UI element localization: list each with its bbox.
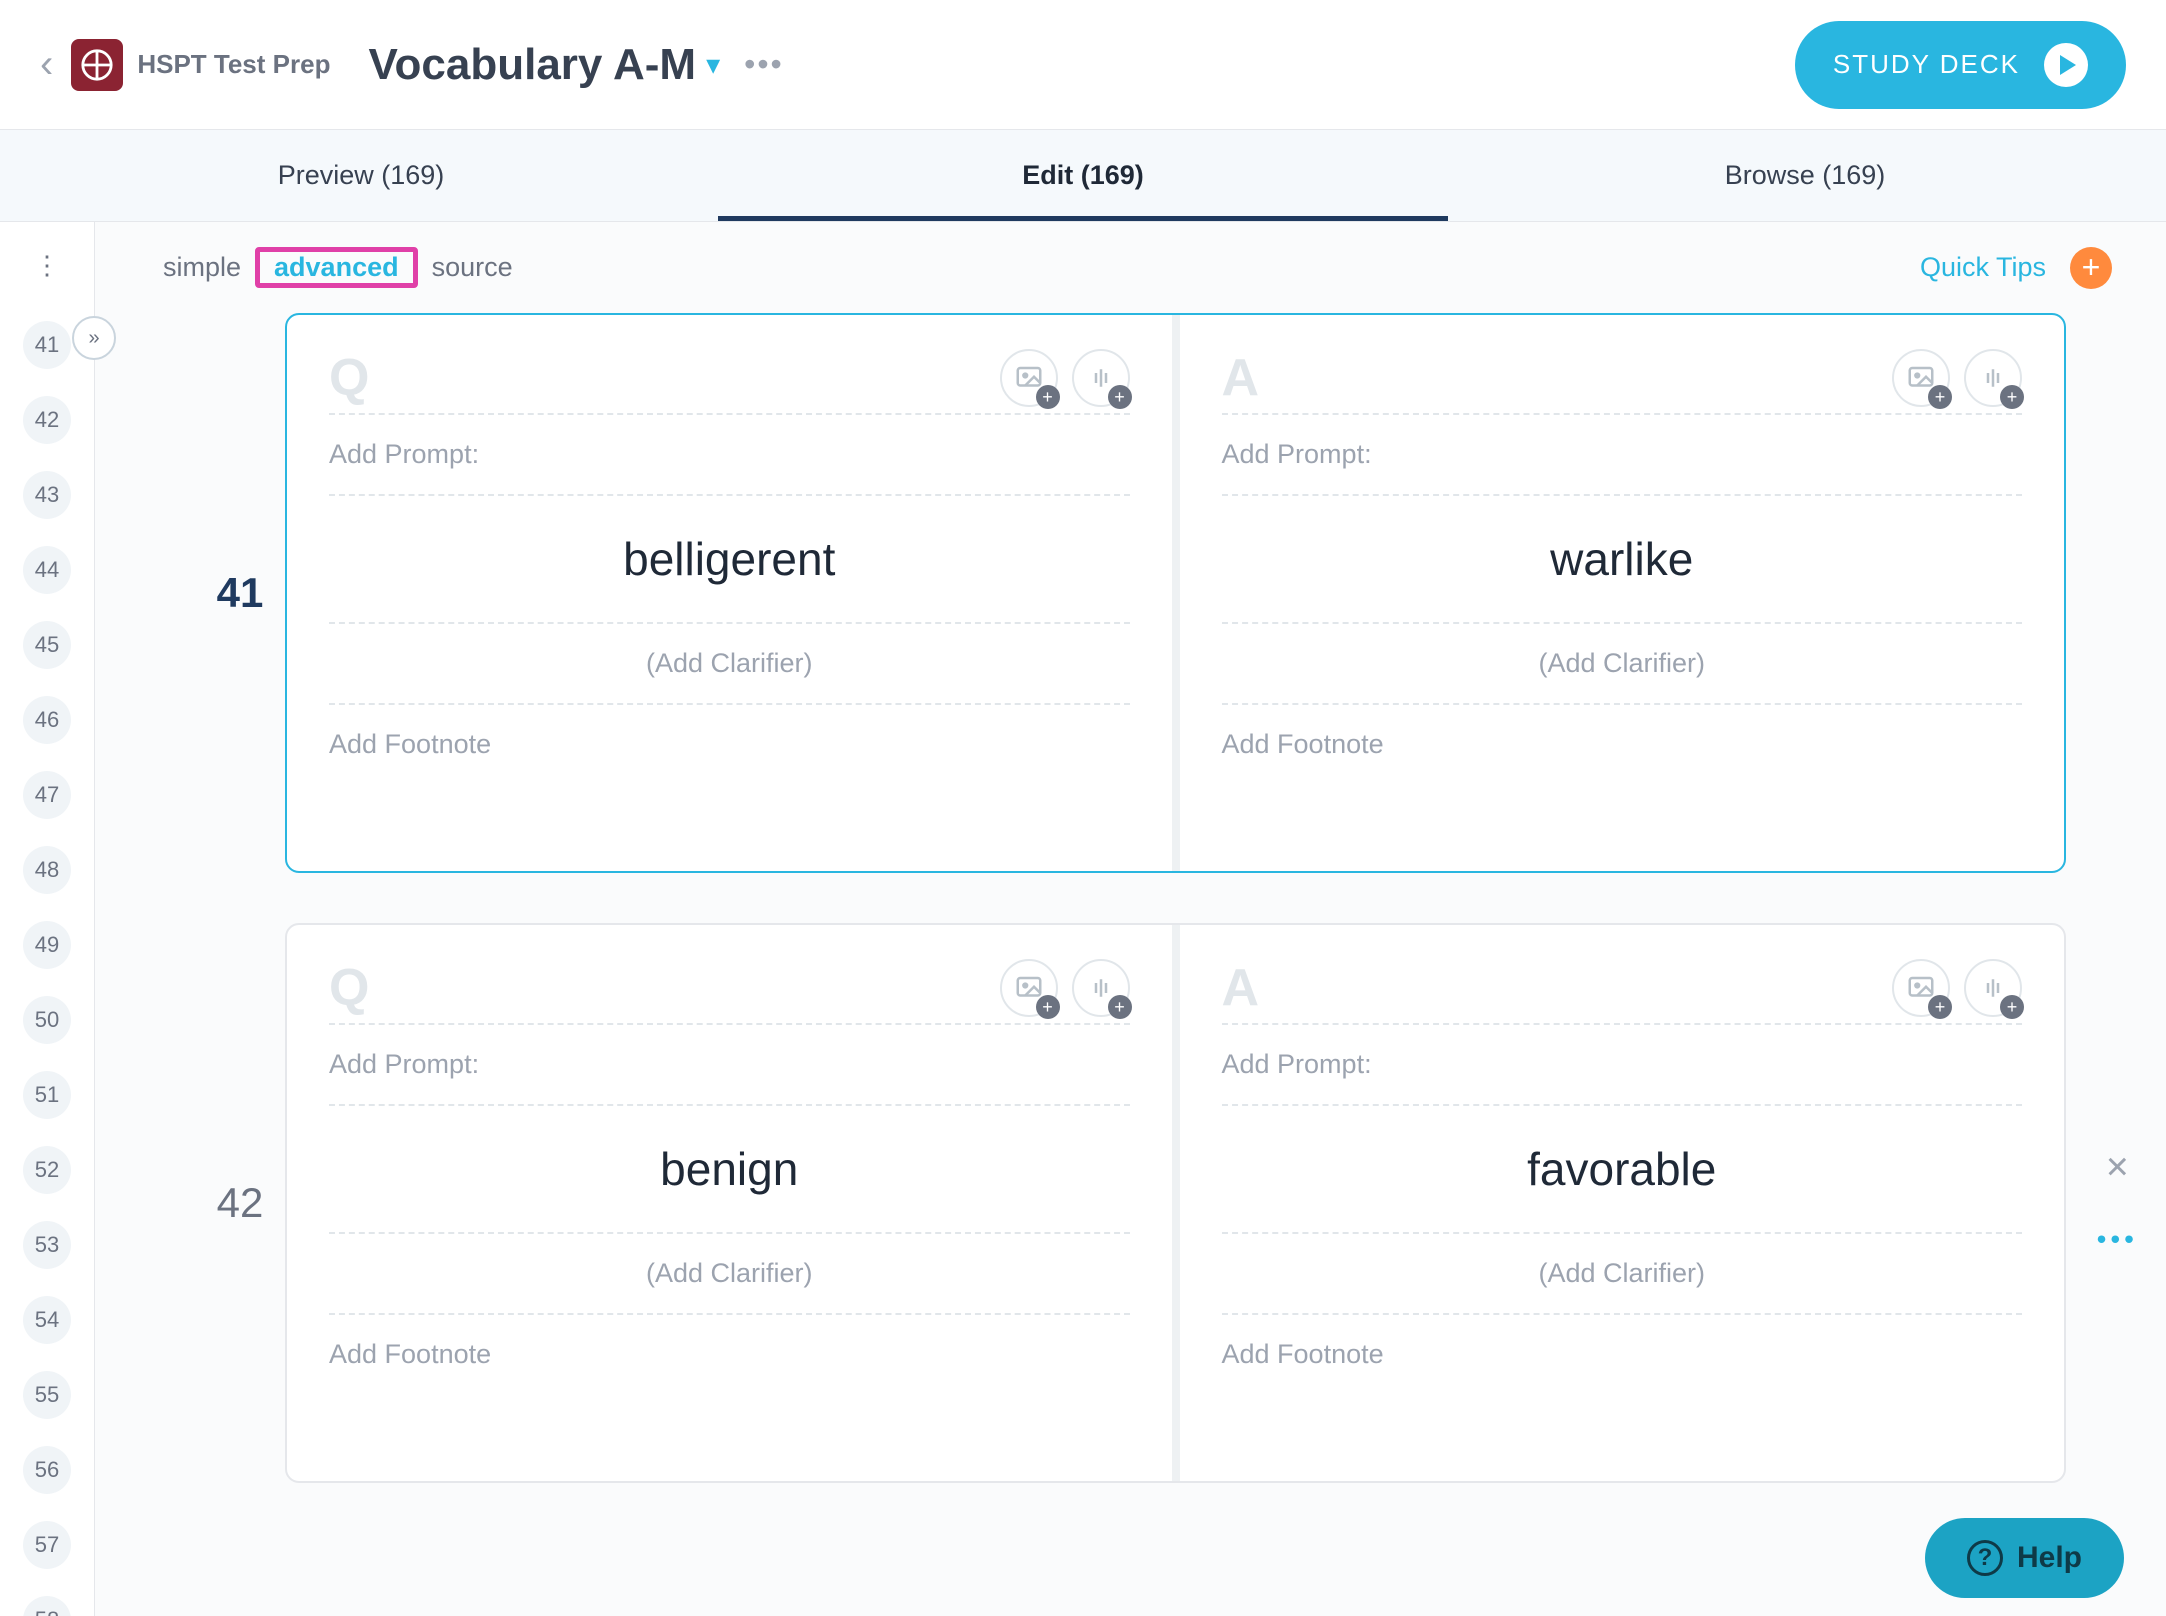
plus-icon: +: [2000, 385, 2024, 409]
plus-icon: +: [1928, 995, 1952, 1019]
rail-card-number[interactable]: 50: [23, 996, 71, 1044]
plus-icon: +: [1036, 995, 1060, 1019]
rail-card-number[interactable]: 54: [23, 1296, 71, 1344]
prompt-field[interactable]: Add Prompt:: [1222, 415, 2023, 494]
rail-card-number[interactable]: 41: [23, 321, 71, 369]
rail-card-number[interactable]: 57: [23, 1521, 71, 1569]
card-options-icon[interactable]: •••: [2097, 1224, 2138, 1256]
rail-card-number[interactable]: 42: [23, 396, 71, 444]
rail-card-number[interactable]: 46: [23, 696, 71, 744]
card-row: 41Q++Add Prompt:belligerent(Add Clarifie…: [195, 313, 2066, 873]
deck-icon[interactable]: [71, 39, 123, 91]
editor-toolbar: simple advanced source Quick Tips +: [95, 222, 2166, 313]
card-number: 41: [195, 569, 285, 617]
rail-card-number[interactable]: 44: [23, 546, 71, 594]
help-button[interactable]: ? Help: [1925, 1518, 2124, 1598]
tab-preview[interactable]: Preview (169): [0, 130, 722, 221]
expand-rail-icon[interactable]: »: [72, 316, 116, 360]
plus-icon: +: [1108, 385, 1132, 409]
question-side: Q + + Add Prompt:belligerent(Add Clarifier)…: [287, 315, 1172, 871]
help-icon: ?: [1967, 1540, 2003, 1576]
rail-card-number[interactable]: 51: [23, 1071, 71, 1119]
add-audio-button[interactable]: +: [1964, 959, 2022, 1017]
add-audio-button[interactable]: +: [1072, 959, 1130, 1017]
help-label: Help: [2017, 1541, 2082, 1575]
rail-card-number[interactable]: 56: [23, 1446, 71, 1494]
question-label-icon: Q: [329, 958, 369, 1018]
footnote-field[interactable]: Add Footnote: [1222, 1315, 2023, 1394]
question-label-icon: Q: [329, 348, 369, 408]
add-audio-button[interactable]: +: [1964, 349, 2022, 407]
answer-label-icon: A: [1222, 348, 1260, 408]
card-row: 42Q++Add Prompt:benign(Add Clarifier)Add…: [195, 923, 2066, 1483]
delete-card-icon[interactable]: ✕: [2105, 1151, 2130, 1186]
tab-edit[interactable]: Edit (169): [722, 130, 1444, 221]
mode-advanced[interactable]: advanced: [260, 244, 413, 290]
study-deck-label: STUDY DECK: [1833, 49, 2020, 80]
plus-icon: +: [2000, 995, 2024, 1019]
rail-card-number[interactable]: 49: [23, 921, 71, 969]
plus-icon: +: [1036, 385, 1060, 409]
answer-text[interactable]: warlike: [1222, 496, 2023, 622]
question-text[interactable]: benign: [329, 1106, 1130, 1232]
mode-source[interactable]: source: [418, 244, 527, 291]
title-dropdown-icon[interactable]: ▾: [706, 48, 720, 81]
footnote-field[interactable]: Add Footnote: [329, 705, 1130, 784]
back-chevron-icon[interactable]: ‹: [40, 42, 53, 87]
answer-side: A + + Add Prompt:favorable(Add Clarifier)Ad…: [1172, 925, 2065, 1481]
rail-card-number[interactable]: 43: [23, 471, 71, 519]
rail-card-number[interactable]: 53: [23, 1221, 71, 1269]
rail-card-number[interactable]: 48: [23, 846, 71, 894]
study-deck-button[interactable]: STUDY DECK: [1795, 21, 2126, 109]
footnote-field[interactable]: Add Footnote: [1222, 705, 2023, 784]
more-options-icon[interactable]: •••: [744, 46, 784, 83]
answer-label-icon: A: [1222, 958, 1260, 1018]
prompt-field[interactable]: Add Prompt:: [329, 1025, 1130, 1104]
question-side: Q + + Add Prompt:benign(Add Clarifier)Add F…: [287, 925, 1172, 1481]
rail-card-number[interactable]: 55: [23, 1371, 71, 1419]
prompt-field[interactable]: Add Prompt:: [329, 415, 1130, 494]
rail-card-number[interactable]: 45: [23, 621, 71, 669]
card-row-actions: ✕ •••: [2097, 1151, 2138, 1256]
editor-main: simple advanced source Quick Tips + 41 Q +…: [95, 222, 2166, 1616]
footnote-field[interactable]: Add Footnote: [329, 1315, 1130, 1394]
plus-icon: +: [1108, 995, 1132, 1019]
deck-title: Vocabulary A-M: [368, 40, 696, 90]
add-image-button[interactable]: +: [1892, 959, 1950, 1017]
add-image-button[interactable]: +: [1000, 959, 1058, 1017]
quick-tips-link[interactable]: Quick Tips: [1920, 252, 2046, 283]
question-text[interactable]: belligerent: [329, 496, 1130, 622]
rail-card-number[interactable]: 58: [23, 1596, 71, 1616]
card-number-rail: ⋮ » 414243444546474849505152535455565758: [0, 222, 95, 1616]
clarifier-field[interactable]: (Add Clarifier): [329, 624, 1130, 703]
add-card-button[interactable]: +: [2070, 247, 2112, 289]
app-header: ‹ HSPT Test Prep Vocabulary A-M ▾ ••• ST…: [0, 0, 2166, 130]
rail-card-number[interactable]: 47: [23, 771, 71, 819]
clarifier-field[interactable]: (Add Clarifier): [1222, 1234, 2023, 1313]
answer-text[interactable]: favorable: [1222, 1106, 2023, 1232]
flashcard: Q++Add Prompt:belligerent(Add Clarifier)…: [285, 313, 2066, 873]
tab-browse[interactable]: Browse (169): [1444, 130, 2166, 221]
deck-subtitle[interactable]: HSPT Test Prep: [137, 49, 330, 80]
clarifier-field[interactable]: (Add Clarifier): [329, 1234, 1130, 1313]
plus-icon: +: [1928, 385, 1952, 409]
add-audio-button[interactable]: +: [1072, 349, 1130, 407]
clarifier-field[interactable]: (Add Clarifier): [1222, 624, 2023, 703]
body-region: ⋮ » 41 42 43 44 45 46 47 48 49 50 51 52 53 54 55 56 57 58…: [0, 222, 2166, 1616]
play-icon: [2044, 43, 2088, 87]
answer-side: A + + Add Prompt:warlike(Add Clarifier)Add …: [1172, 315, 2065, 871]
prompt-field[interactable]: Add Prompt:: [1222, 1025, 2023, 1104]
flashcard: Q++Add Prompt:benign(Add Clarifier)Add F…: [285, 923, 2066, 1483]
rail-card-number[interactable]: 52: [23, 1146, 71, 1194]
rail-menu-icon[interactable]: ⋮: [0, 250, 94, 281]
mode-simple[interactable]: simple: [149, 244, 255, 291]
card-number: 42: [195, 1179, 285, 1227]
main-tabs: Preview (169) Edit (169) Browse (169): [0, 130, 2166, 222]
add-image-button[interactable]: +: [1892, 349, 1950, 407]
add-image-button[interactable]: +: [1000, 349, 1058, 407]
